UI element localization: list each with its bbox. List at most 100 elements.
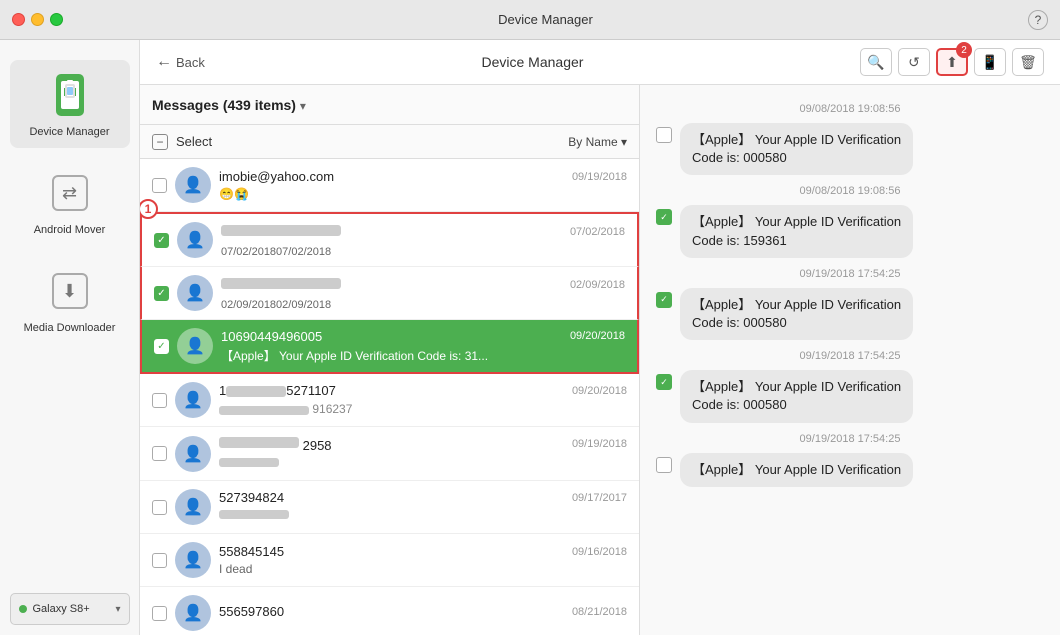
message-date: 02/09/2018	[570, 279, 625, 291]
message-timestamp: 09/08/2018 19:08:56	[656, 185, 1044, 197]
annotation-1: 1	[140, 199, 158, 219]
sidebar-item-android-mover[interactable]: ⇄ Android Mover	[10, 158, 130, 246]
message-date: 08/21/2018	[572, 606, 627, 618]
message-item[interactable]: 👤 07/02/2018 07/02/201807/02/2018	[140, 212, 639, 267]
search-button[interactable]: 🔍	[860, 48, 892, 76]
message-detail: 09/08/2018 19:08:56 【Apple】 Your Apple I…	[640, 85, 1060, 635]
bubble-row: 【Apple】 Your Apple ID VerificationCode i…	[656, 123, 1044, 175]
split-pane: Messages (439 items) ▾ − Select By Name …	[140, 85, 1060, 635]
message-checkbox[interactable]	[154, 339, 169, 354]
sort-by-name-button[interactable]: By Name ▾	[568, 135, 627, 149]
deselect-all-button[interactable]: −	[152, 134, 168, 150]
main-container: Device Manager ⇄ Android Mover ⬇ Media D…	[0, 40, 1060, 635]
sidebar-label-device-manager: Device Manager	[29, 126, 109, 138]
back-button[interactable]: ← Back	[156, 53, 205, 71]
sidebar-label-android-mover: Android Mover	[34, 224, 106, 236]
message-name: imobie@yahoo.com	[219, 169, 334, 184]
message-bubble: 【Apple】 Your Apple ID Verification	[680, 453, 913, 487]
android-mover-icon: ⇄	[50, 168, 90, 218]
message-item[interactable]: 👤 556597860 08/21/2018	[140, 587, 639, 635]
device-status-dot	[19, 605, 27, 613]
message-timestamp: 09/19/2018 17:54:25	[656, 350, 1044, 362]
message-date: 09/17/2017	[572, 492, 627, 504]
bubble-row: 【Apple】 Your Apple ID VerificationCode i…	[656, 288, 1044, 340]
message-item[interactable]: 👤 527394824 09/17/2017	[140, 481, 639, 534]
message-content: 556597860 08/21/2018	[219, 604, 627, 622]
back-arrow-icon: ←	[156, 53, 172, 71]
message-date: 09/19/2018	[572, 438, 627, 450]
sidebar-item-media-downloader[interactable]: ⬇ Media Downloader	[10, 256, 130, 344]
help-button[interactable]: ?	[1028, 10, 1048, 30]
message-checkbox[interactable]	[152, 446, 167, 461]
page-title: Device Manager	[217, 54, 848, 70]
message-avatar: 👤	[175, 489, 211, 525]
message-checkbox[interactable]	[152, 553, 167, 568]
close-button[interactable]	[12, 13, 25, 26]
bubble-checkbox[interactable]	[656, 374, 672, 390]
maximize-button[interactable]	[50, 13, 63, 26]
message-name: 558845145	[219, 544, 284, 559]
message-avatar: 👤	[175, 167, 211, 203]
message-content: 558845145 09/16/2018 I dead	[219, 544, 627, 576]
message-items-list: 1 👤 imobie@yahoo.com 09/19/2018 😁😭	[140, 159, 639, 635]
message-name: 2958	[219, 435, 332, 453]
message-content: 527394824 09/17/2017	[219, 490, 627, 524]
delete-button[interactable]: 🗑	[1012, 48, 1044, 76]
bubble-checkbox[interactable]	[656, 457, 672, 473]
sidebar-item-device-manager[interactable]: Device Manager	[10, 60, 130, 148]
media-downloader-icon: ⬇	[50, 266, 90, 316]
list-header: Messages (439 items) ▾	[140, 85, 639, 125]
message-checkbox[interactable]	[154, 286, 169, 301]
message-date: 09/20/2018	[570, 330, 625, 342]
device-name: Galaxy S8+	[33, 603, 110, 615]
message-preview	[219, 508, 627, 524]
message-item[interactable]: 👤 15271107 09/20/2018 916237	[140, 374, 639, 427]
refresh-button[interactable]: ↺	[898, 48, 930, 76]
message-date: 07/02/2018	[570, 226, 625, 238]
message-timestamp: 09/08/2018 19:08:56	[656, 103, 1044, 115]
message-checkbox[interactable]	[154, 233, 169, 248]
message-checkbox[interactable]	[152, 178, 167, 193]
bubble-checkbox[interactable]	[656, 209, 672, 225]
message-item[interactable]: 👤 558845145 09/16/2018 I dead	[140, 534, 639, 587]
message-name: 527394824	[219, 490, 284, 505]
device-manager-icon	[50, 70, 90, 120]
minimize-button[interactable]	[31, 13, 44, 26]
list-title: Messages (439 items) ▾	[152, 97, 627, 113]
message-content: 07/02/2018 07/02/201807/02/2018	[221, 223, 625, 258]
bubble-checkbox[interactable]	[656, 127, 672, 143]
message-preview: I dead	[219, 562, 627, 576]
message-bubble: 【Apple】 Your Apple ID VerificationCode i…	[680, 205, 913, 257]
message-checkbox[interactable]	[152, 393, 167, 408]
bubble-checkbox[interactable]	[656, 292, 672, 308]
phone-transfer-button[interactable]: 📱	[974, 48, 1006, 76]
content-header: ← Back Device Manager 🔍 ↺ ⬆ 2 📱 🗑	[140, 40, 1060, 85]
device-selector[interactable]: Galaxy S8+ ▾	[10, 593, 130, 625]
message-checkbox[interactable]	[152, 500, 167, 515]
message-avatar: 👤	[175, 542, 211, 578]
message-checkbox[interactable]	[152, 606, 167, 621]
message-preview: 916237	[219, 402, 627, 416]
message-avatar: 👤	[175, 436, 211, 472]
back-label: Back	[176, 55, 205, 70]
export-badge: 2	[956, 42, 972, 58]
message-avatar: 👤	[177, 275, 213, 311]
bubble-row: 【Apple】 Your Apple ID VerificationCode i…	[656, 205, 1044, 257]
message-bubble: 【Apple】 Your Apple ID VerificationCode i…	[680, 370, 913, 422]
message-timestamp: 09/19/2018 17:54:25	[656, 433, 1044, 445]
export-button[interactable]: ⬆ 2	[936, 48, 968, 76]
message-date: 09/20/2018	[572, 385, 627, 397]
message-item[interactable]: 👤 2958 09/19/2018	[140, 427, 639, 481]
traffic-lights	[12, 13, 63, 26]
export-icon: ⬆	[946, 54, 958, 71]
message-bubble: 【Apple】 Your Apple ID VerificationCode i…	[680, 288, 913, 340]
message-item[interactable]: 👤 imobie@yahoo.com 09/19/2018 😁😭	[140, 159, 639, 212]
message-preview: 02/09/201802/09/2018	[221, 297, 625, 311]
message-item[interactable]: 👤 10690449496005 09/20/2018 【Apple】 Your…	[140, 320, 639, 374]
content-area: ← Back Device Manager 🔍 ↺ ⬆ 2 📱 🗑	[140, 40, 1060, 635]
message-item[interactable]: 👤 02/09/2018 02/09/201802/09/2018	[140, 267, 639, 320]
device-chevron-icon: ▾	[115, 604, 120, 615]
message-content: 15271107 09/20/2018 916237	[219, 383, 627, 416]
bubble-row: 【Apple】 Your Apple ID VerificationCode i…	[656, 370, 1044, 422]
bubble-row: 【Apple】 Your Apple ID Verification	[656, 453, 1044, 487]
